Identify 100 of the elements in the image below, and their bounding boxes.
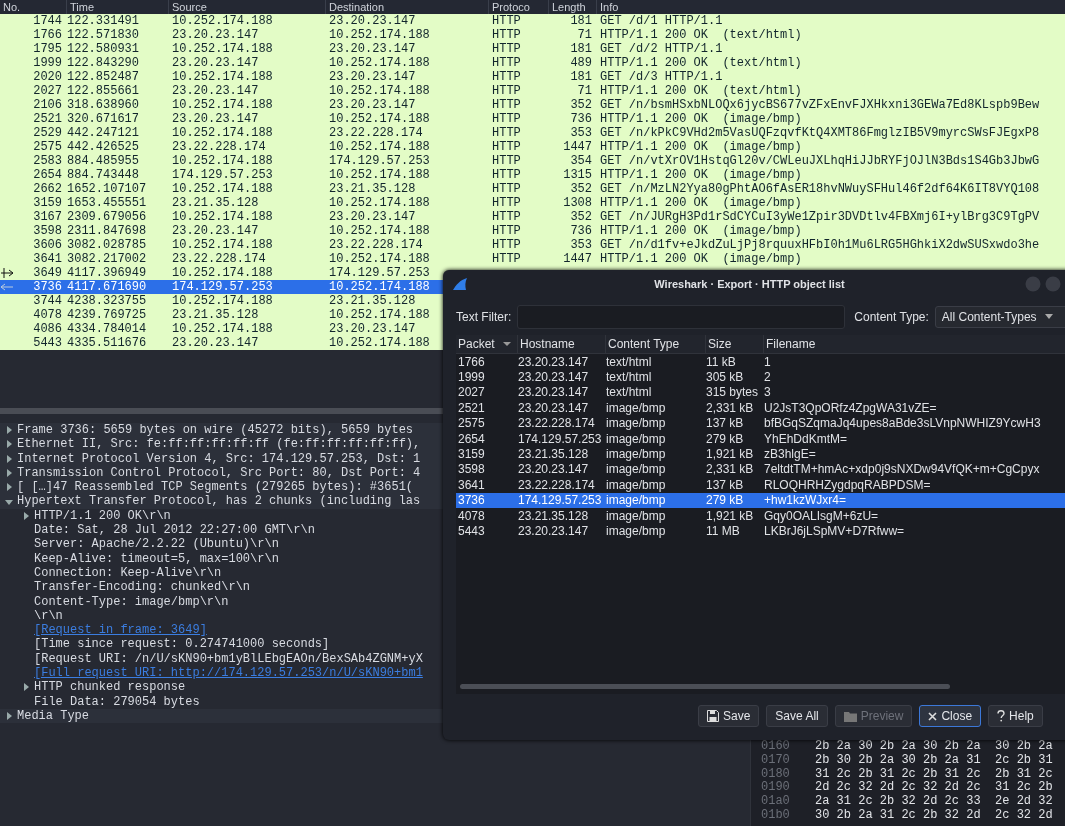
collapsed-arrow-icon[interactable] xyxy=(4,440,13,449)
detail-link[interactable]: [Full request URI: http://174.129.57.253/n/U/sKN90+bm1 xyxy=(34,666,423,681)
collapsed-arrow-icon[interactable] xyxy=(4,469,13,478)
packet-cell: 354 xyxy=(570,154,592,168)
detail-text: \r\n xyxy=(34,608,63,624)
object-row[interactable]: 2575 23.22.228.174 image/bmp 137 kB bfBGqSZqmaJq4upes8aBde3sLVnpNWHIZ9YcwH3 xyxy=(456,415,1065,431)
table-cell-text: 23.22.228.174 xyxy=(517,477,596,492)
packet-row[interactable]: 2529 442.247121 10.252.174.188 23.22.228.174 HTTP 353 GET /n/kPkC9VHd2m5VasUQFzqvfKtQ4XMT86FmglzIB5V9myrcSWsFJEgxP8 xyxy=(0,126,1065,140)
packet-row[interactable]: 2027 122.855661 23.20.23.147 10.252.174.188 HTTP 71 HTTP/1.1 200 OK (text/html) xyxy=(0,84,1065,98)
packet-cell: 3167 xyxy=(33,210,62,224)
column-header[interactable]: Info xyxy=(596,0,619,14)
column-header[interactable]: Length xyxy=(548,0,586,14)
packet-cell: 884.743448 xyxy=(67,168,139,182)
packet-row[interactable]: 3159 1653.455551 23.21.35.128 10.252.174.188 HTTP 1308 HTTP/1.1 200 OK (image/bmp) xyxy=(0,196,1065,210)
packet-cell: HTTP/1.1 200 OK (image/bmp) xyxy=(600,168,802,182)
packet-cell: GET /d/1 HTTP/1.1 xyxy=(600,14,723,28)
packet-row[interactable]: 2654 884.743448 174.129.57.253 10.252.174.188 HTTP 1315 HTTP/1.1 200 OK (image/bmp) xyxy=(0,168,1065,182)
packet-cell: 1744 xyxy=(33,14,62,28)
packet-cell: 181 xyxy=(570,14,592,28)
content-type-dropdown[interactable]: All Content-Types xyxy=(934,306,1065,328)
column-header[interactable]: Hostname xyxy=(518,335,606,353)
packet-row[interactable]: 1766 122.571830 23.20.23.147 10.252.174.188 HTTP 71 HTTP/1.1 200 OK (text/html) xyxy=(0,28,1065,42)
table-cell-text: 305 kB xyxy=(705,370,745,385)
packet-cell: GET /n/d1fv+eJkdZuLjPj8rquuxHFbI0h1Mu6LRG5HGhkiX2dwSUSxwdo3he xyxy=(600,238,1040,252)
packet-cell: 181 xyxy=(570,70,592,84)
dialog-button[interactable]: Save All xyxy=(766,705,828,727)
packet-row[interactable]: 3641 3082.217002 23.22.228.174 10.252.174.188 HTTP 1447 HTTP/1.1 200 OK (image/bmp) xyxy=(0,252,1065,266)
column-header[interactable]: Content Type xyxy=(606,335,706,353)
object-row[interactable]: 1766 23.20.23.147 text/html 11 kB 1 xyxy=(456,354,1065,370)
dialog-button[interactable]: Save xyxy=(698,705,760,727)
dialog-button[interactable]: Close xyxy=(919,705,982,727)
column-header[interactable]: Packet xyxy=(456,335,518,353)
object-row[interactable]: 3159 23.21.35.128 image/bmp 1,921 kB zB3hlgE= xyxy=(456,446,1065,462)
packet-cell: 352 xyxy=(570,98,592,112)
table-cell-text: 4078 xyxy=(457,508,486,523)
packet-cell: 2521 xyxy=(33,112,62,126)
packet-cell: 23.20.23.147 xyxy=(329,70,416,84)
packet-cell: 174.129.57.253 xyxy=(329,154,430,168)
object-row[interactable]: 1999 23.20.23.147 text/html 305 kB 2 xyxy=(456,369,1065,385)
column-header[interactable]: Time xyxy=(66,0,95,14)
column-header[interactable]: Source xyxy=(168,0,207,14)
collapsed-arrow-icon[interactable] xyxy=(4,483,13,492)
packet-row[interactable]: 1999 122.843290 23.20.23.147 10.252.174.188 HTTP 489 HTTP/1.1 200 OK (text/html) xyxy=(0,56,1065,70)
collapsed-arrow-icon[interactable] xyxy=(21,511,30,520)
dialog-button[interactable]: Help xyxy=(988,705,1043,727)
packet-cell: HTTP xyxy=(492,252,521,266)
table-cell-text: 11 kB xyxy=(705,354,737,369)
packet-row[interactable]: 2521 320.671617 23.20.23.147 10.252.174.188 HTTP 736 HTTP/1.1 200 OK (image/bmp) xyxy=(0,112,1065,126)
field-label: Text Filter: xyxy=(456,310,512,324)
collapsed-arrow-icon[interactable] xyxy=(4,454,13,463)
table-cell-text: 3641 xyxy=(457,477,486,492)
packet-row[interactable]: 1744 122.331491 10.252.174.188 23.20.23.147 HTTP 181 GET /d/1 HTTP/1.1 xyxy=(0,14,1065,28)
table-cell-text: RLOQHRHZygdpqRABPDSM= xyxy=(763,477,932,492)
table-cell-text: 2654 xyxy=(457,431,486,446)
packet-cell: 10.252.174.188 xyxy=(329,168,430,182)
column-header[interactable]: Destination xyxy=(325,0,385,14)
packet-cell: 353 xyxy=(570,126,592,140)
collapsed-arrow-icon[interactable] xyxy=(4,712,13,721)
column-header[interactable]: Filename xyxy=(764,335,1065,353)
object-row[interactable]: 4078 23.21.35.128 image/bmp 1,921 kB Gqy0OALIsgM+6zU= xyxy=(456,507,1065,524)
packet-cell: 1652.107107 xyxy=(67,182,147,196)
hex-bytes: 2a 31 2c 2b 32 2d 2c 33 2e 2d 32 xyxy=(814,795,1053,809)
table-cell-text: 2,331 kB xyxy=(705,400,755,415)
packet-cell: 23.20.23.147 xyxy=(172,84,259,98)
object-row[interactable]: 3641 23.22.228.174 image/bmp 137 kB RLOQHRHZygdpqRABPDSM= xyxy=(456,477,1065,493)
packet-row[interactable]: 3649 4117.396949 10.252.174.188 174.129.57.253 xyxy=(0,266,1065,280)
hex-bytes: 2d 2c 32 2d 2c 32 2d 2c 31 2c 2b xyxy=(814,781,1053,795)
response-marker-icon xyxy=(0,281,14,293)
packet-cell: HTTP xyxy=(492,70,521,84)
packet-cell: HTTP xyxy=(492,224,521,238)
packet-cell: GET /d/3 HTTP/1.1 xyxy=(600,70,723,84)
packet-row[interactable]: 2662 1652.107107 10.252.174.188 23.21.35.128 HTTP 352 GET /n/MzLN2Yya80gPhtAO6fAsER18hvNWuySFHul46f2df64K6IT8VYQ108 xyxy=(0,182,1065,196)
object-row[interactable]: 3736 174.129.57.253 image/bmp 279 kB +hw1kzWJxr4= xyxy=(456,492,1065,508)
packet-row[interactable]: 3606 3082.028785 10.252.174.188 23.22.228.174 HTTP 353 GET /n/d1fv+eJkdZuLjPj8rquuxHFbI0h1Mu6LRG5HGhkiX2dwSUSxwdo3he xyxy=(0,238,1065,252)
object-row[interactable]: 5443 23.20.23.147 image/bmp 11 MB LKBrJ6jLSpMV+D7Rfww= xyxy=(456,523,1065,539)
object-row[interactable]: 2654 174.129.57.253 image/bmp 279 kB YhEhDdKmtM= xyxy=(456,430,1065,447)
window-title: Wireshark · Export · HTTP object list xyxy=(653,278,846,290)
object-row[interactable]: 3598 23.20.23.147 image/bmp 2,331 kB 7eltdtTM+hmAc+xdp0j9sNXDw94VfQK+m+CgCpyx xyxy=(456,461,1065,478)
packet-row[interactable]: 2575 442.426525 23.22.228.174 10.252.174.188 HTTP 1447 HTTP/1.1 200 OK (image/bmp) xyxy=(0,140,1065,154)
packet-cell: 1447 xyxy=(563,140,592,154)
table-cell-text: 315 bytes xyxy=(705,385,760,400)
packet-row[interactable]: 2106 318.638960 10.252.174.188 23.20.23.147 HTTP 352 GET /n/bsmHSxbNLOQx6jycBS677vZFxEnvFJXHkxni3GEWa7Ed8KLspb9Bew xyxy=(0,98,1065,112)
object-row[interactable]: 2521 23.20.23.147 image/bmp 2,331 kB U2JsT3QpORfz4ZpgWA31vZE= xyxy=(456,400,1065,416)
column-header[interactable]: No. xyxy=(0,0,21,14)
packet-row[interactable]: 3598 2311.847698 23.20.23.147 10.252.174.188 HTTP 736 HTTP/1.1 200 OK (image/bmp) xyxy=(0,224,1065,238)
column-header[interactable]: Size xyxy=(706,335,764,353)
packet-row[interactable]: 2583 884.485955 10.252.174.188 174.129.57.253 HTTP 354 GET /n/vtXrOV1HstqGl20v/CWLeuJXLhqHiJJbRYFjOJlN3Bds1S4Gb3JbwG xyxy=(0,154,1065,168)
packet-cell: 1653.455551 xyxy=(67,196,147,210)
packet-row[interactable]: 2020 122.852487 10.252.174.188 23.20.23.147 HTTP 181 GET /d/3 HTTP/1.1 xyxy=(0,70,1065,84)
packet-row[interactable]: 3167 2309.679056 10.252.174.188 23.20.23.147 HTTP 352 GET /n/JURgH3Pd1rSdCYCuI3yWe1Zpir3DVDtlv4FBXmj6I+ylBrg3C9TgPV xyxy=(0,210,1065,224)
object-row[interactable]: 2027 23.20.23.147 text/html 315 bytes 3 xyxy=(456,384,1065,401)
detail-link[interactable]: [Request in frame: 3649] xyxy=(34,623,207,638)
table-cell-text: 1999 xyxy=(457,370,486,385)
packet-cell: 4117.396949 xyxy=(67,266,147,280)
collapsed-arrow-icon[interactable] xyxy=(21,683,30,692)
expanded-arrow-icon[interactable] xyxy=(4,497,13,506)
packet-row[interactable]: 1795 122.580931 10.252.174.188 23.20.23.147 HTTP 181 GET /d/2 HTTP/1.1 xyxy=(0,42,1065,56)
collapsed-arrow-icon[interactable] xyxy=(4,426,13,435)
column-header[interactable]: Protoco xyxy=(488,0,530,14)
table-cell-text: 23.20.23.147 xyxy=(517,400,590,415)
